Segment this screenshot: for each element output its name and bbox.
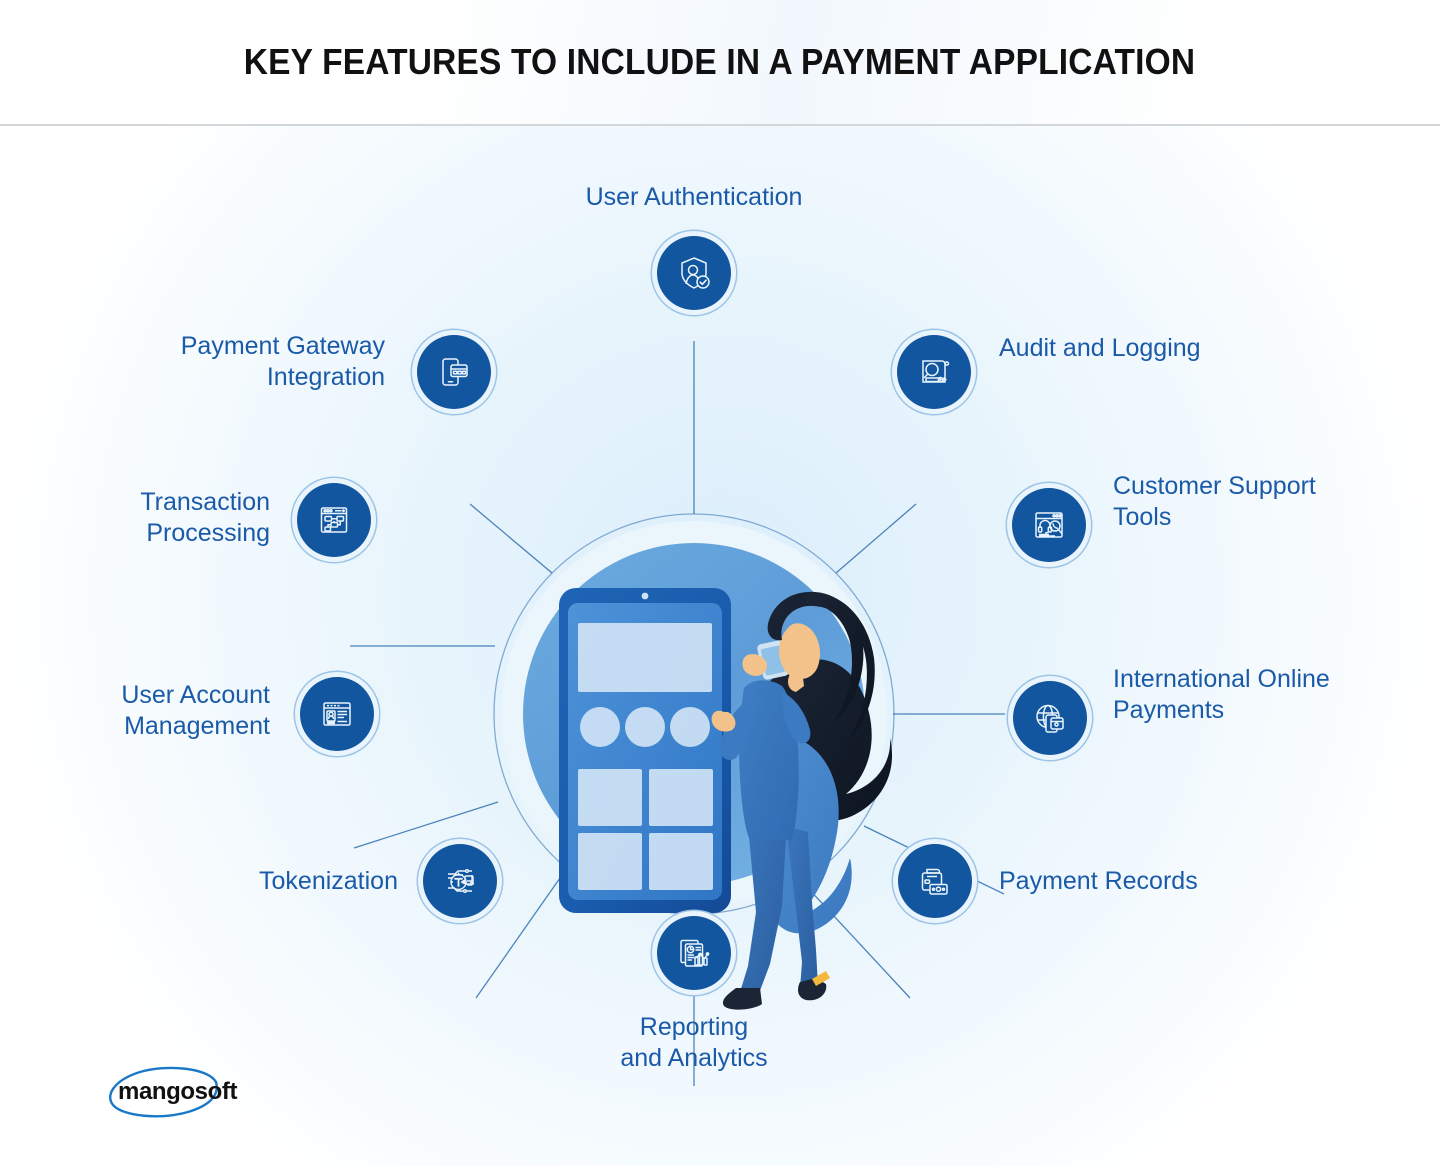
feature-badge-tokenization[interactable] [423, 844, 497, 918]
phone-credit-card-icon [442, 358, 468, 386]
headset-window-icon [1035, 512, 1063, 538]
feature-label-transaction-processing: Transaction Processing [140, 488, 270, 547]
printer-receipt-money-icon [921, 868, 948, 895]
feature-badge-customer-support-tools[interactable] [1012, 488, 1086, 562]
feature-badge-international-online-payments[interactable] [1013, 681, 1087, 755]
logo-text: mangosoft [118, 1078, 238, 1105]
feature-label-payment-records: Payment Records [999, 867, 1198, 895]
feature-label-payment-gateway-integration: Payment Gateway Integration [180, 332, 385, 391]
feature-label-tokenization: Tokenization [259, 867, 398, 895]
feature-label-international-online-payments: International Online Payments [1113, 665, 1330, 724]
feature-badge-audit-and-logging[interactable] [897, 335, 971, 409]
page-title: KEY FEATURES TO INCLUDE IN A PAYMENT APP… [244, 41, 1196, 82]
feature-badge-payment-gateway-integration[interactable] [417, 335, 491, 409]
magnifier-document-icon [922, 360, 950, 383]
feature-badge-user-account-management[interactable] [300, 677, 374, 751]
feature-label-reporting-and-analytics: Reporting and Analytics [620, 1013, 768, 1072]
feature-label-user-account-management: User Account Management [121, 681, 270, 740]
feature-badge-payment-records[interactable] [898, 844, 972, 918]
feature-badge-user-authentication[interactable] [657, 236, 731, 310]
flowchart-window-icon [320, 507, 348, 533]
shield-user-check-icon [681, 257, 710, 289]
feature-label-audit-and-logging: Audit and Logging [999, 334, 1201, 362]
feature-badge-reporting-and-analytics[interactable] [657, 916, 731, 990]
feature-label-user-authentication: User Authentication [585, 183, 803, 211]
infographic-canvas: User Authentication Audit and Logging Cu… [0, 126, 1440, 1166]
large-tablet-illustration [559, 588, 731, 913]
feature-label-customer-support-tools: Customer Support Tools [1113, 472, 1316, 531]
profile-card-window-icon [323, 702, 351, 726]
globe-wallet-icon [1036, 704, 1064, 733]
circuit-token-icon [448, 868, 475, 894]
feature-badge-transaction-processing[interactable] [297, 483, 371, 557]
page-header: KEY FEATURES TO INCLUDE IN A PAYMENT APP… [0, 0, 1440, 124]
report-chart-document-icon [680, 939, 710, 967]
brand-logo[interactable]: mangosoft [98, 1062, 288, 1124]
